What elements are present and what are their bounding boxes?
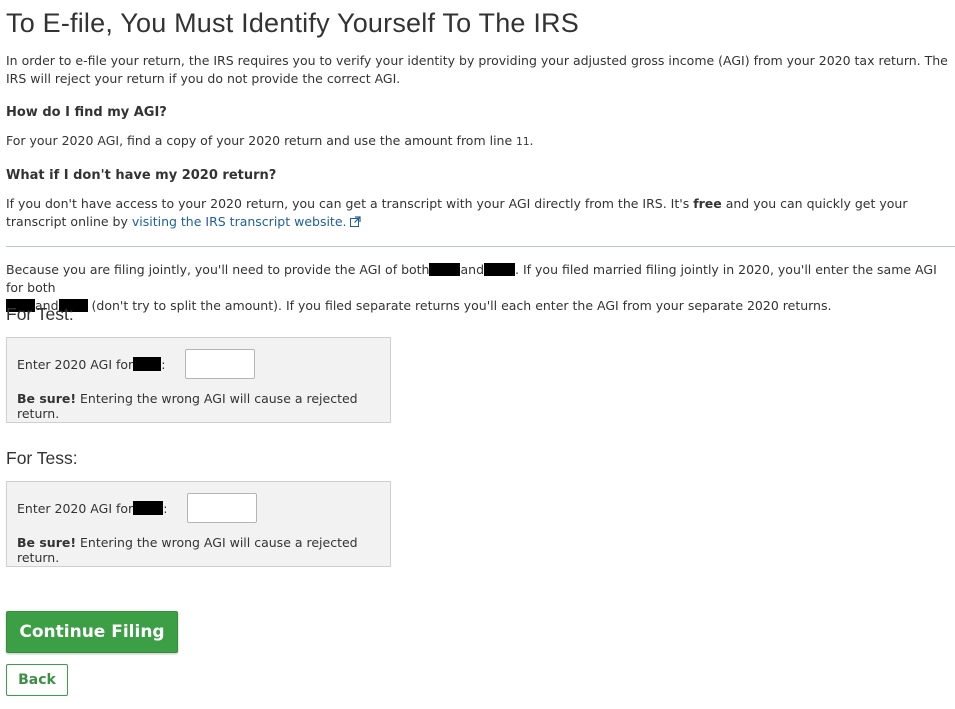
agi-label-tess: Enter 2020 AGI for: [17, 501, 167, 516]
agi-input-tess[interactable] [187, 493, 257, 523]
agi-label-colon: : [161, 357, 166, 372]
agi-label-text: Enter 2020 AGI for [17, 501, 134, 516]
joint-part3: (don't try to split the amount). If you … [87, 298, 832, 313]
section-divider [6, 246, 955, 247]
person-heading-tess: For Tess: [6, 448, 78, 468]
agi-label-colon: : [163, 501, 168, 516]
agi-box-tess: Enter 2020 AGI for: Be sure! Entering th… [6, 481, 391, 567]
agi-label-text: Enter 2020 AGI for [17, 357, 134, 372]
back-button[interactable]: Back [6, 664, 68, 696]
find-agi-text: For your 2020 AGI, find a copy of your 2… [6, 132, 955, 151]
agi-input-test[interactable] [185, 349, 255, 379]
redacted-name [429, 263, 461, 276]
warning-bold: Be sure! [17, 391, 77, 406]
redacted-name [484, 263, 516, 276]
page-title: To E-file, You Must Identify Yourself To… [6, 8, 579, 38]
find-agi-heading: How do I find my AGI? [6, 105, 167, 120]
agi-box-test: Enter 2020 AGI for: Be sure! Entering th… [6, 337, 391, 423]
redacted-name [133, 357, 162, 371]
find-agi-suffix: . [529, 133, 534, 148]
external-link-icon[interactable] [349, 214, 361, 232]
irs-transcript-link[interactable]: visiting the IRS transcript website. [132, 214, 361, 229]
joint-filing-text: Because you are filing jointly, you'll n… [6, 261, 954, 315]
find-agi-body: For your 2020 AGI, find a copy of your 2… [6, 133, 517, 148]
redacted-name [133, 501, 164, 515]
joint-part1: Because you are filing jointly, you'll n… [6, 262, 430, 277]
agi-label-test: Enter 2020 AGI for: [17, 357, 165, 372]
agi-warning-tess: Be sure! Entering the wrong AGI will cau… [17, 535, 390, 565]
warning-bold: Be sure! [17, 535, 77, 550]
irs-transcript-link-text[interactable]: visiting the IRS transcript website. [132, 214, 347, 229]
intro-text: In order to e-file your return, the IRS … [6, 53, 948, 86]
free-text: free [693, 196, 722, 211]
agi-warning-test: Be sure! Entering the wrong AGI will cau… [17, 391, 390, 421]
no-return-before: If you don't have access to your 2020 re… [6, 196, 694, 211]
joint-and1: and [460, 262, 485, 277]
no-return-heading: What if I don't have my 2020 return? [6, 168, 277, 183]
line-number: 11 [516, 136, 530, 148]
continue-filing-button[interactable]: Continue Filing [6, 611, 178, 653]
person-heading-test: For Test: [6, 304, 74, 324]
no-return-text: If you don't have access to your 2020 re… [6, 195, 955, 232]
page: To E-file, You Must Identify Yourself To… [0, 0, 955, 696]
